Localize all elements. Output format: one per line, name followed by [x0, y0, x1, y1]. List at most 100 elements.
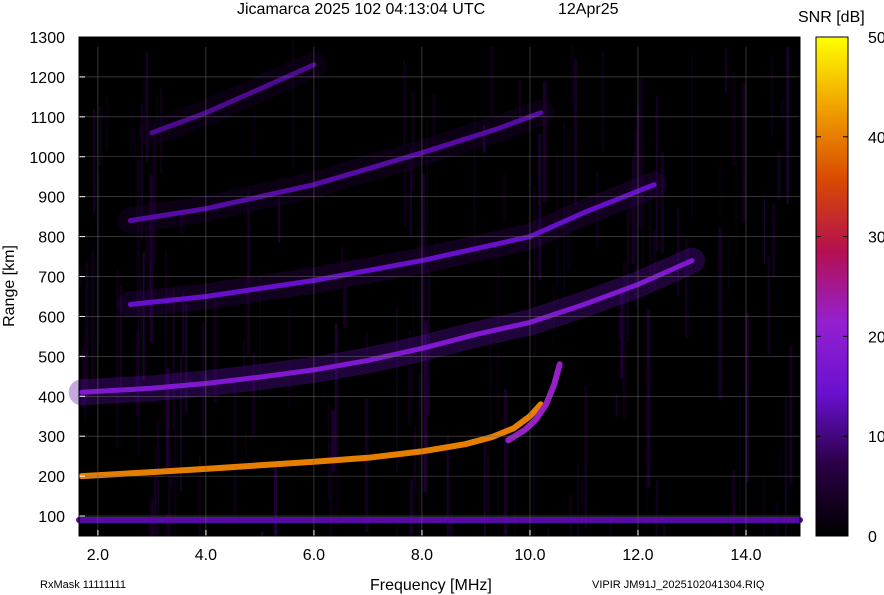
noise-streak	[781, 99, 784, 122]
noise-streak	[742, 82, 746, 222]
noise-streak	[786, 46, 789, 204]
noise-streak	[396, 522, 398, 536]
noise-streak	[784, 396, 787, 536]
noise-streak	[134, 128, 136, 157]
colorbar-tick-label: 50	[868, 30, 884, 47]
noise-streak	[324, 379, 326, 429]
x-tick-label: 12.0	[622, 547, 653, 564]
noise-streak	[287, 308, 291, 407]
noise-streak	[581, 479, 583, 507]
x-tick-label: 6.0	[303, 547, 325, 564]
noise-streak	[567, 129, 571, 270]
noise-streak	[490, 46, 494, 117]
noise-streak	[93, 109, 96, 213]
noise-streak	[410, 481, 414, 536]
y-tick-label: 600	[38, 309, 65, 326]
noise-streak	[725, 49, 727, 94]
noise-streak	[527, 259, 530, 307]
noise-streak	[739, 391, 741, 520]
y-tick-label: 900	[38, 190, 65, 207]
noise-streak	[677, 208, 680, 296]
noise-streak	[98, 172, 100, 347]
noise-streak	[789, 344, 793, 485]
noise-streak	[248, 222, 250, 284]
noise-streak	[577, 464, 579, 536]
noise-streak	[487, 456, 489, 523]
y-tick-label: 1000	[29, 150, 65, 167]
y-axis-label: Range [km]	[1, 245, 18, 327]
noise-streak	[155, 446, 157, 506]
y-tick-label: 800	[38, 230, 65, 247]
noise-streak	[538, 133, 542, 281]
y-tick-label: 300	[38, 429, 65, 446]
y-tick-label: 1100	[31, 110, 66, 127]
noise-streak	[497, 467, 500, 536]
file-label: VIPIR JM91J_2025102041304.RIQ	[592, 579, 765, 591]
colorbar-label: SNR [dB]	[798, 9, 865, 26]
noise-streak	[638, 78, 643, 228]
noise-streak	[615, 393, 618, 417]
noise-streak	[542, 81, 547, 203]
x-tick-label: 10.0	[514, 547, 545, 564]
noise-streak	[410, 365, 415, 398]
x-tick-label: 14.0	[730, 547, 761, 564]
rx-mask-label: RxMask 11111111	[40, 579, 126, 591]
noise-streak	[601, 51, 604, 151]
noise-streak	[547, 528, 550, 536]
chart-date: 12Apr25	[558, 1, 619, 18]
noise-streak	[735, 160, 738, 258]
noise-streak	[655, 479, 659, 536]
x-tick-label: 8.0	[411, 547, 433, 564]
y-tick-label: 400	[38, 389, 65, 406]
noise-streak	[763, 194, 765, 265]
noise-streak	[404, 168, 407, 227]
noise-streak	[631, 157, 635, 265]
x-axis-label: Frequency [MHz]	[370, 577, 492, 594]
noise-streak	[584, 386, 588, 529]
noise-streak	[143, 77, 146, 121]
colorbar-tick-label: 40	[868, 130, 884, 147]
noise-streak	[503, 173, 505, 222]
y-tick-label: 500	[38, 349, 65, 366]
noise-streak	[767, 255, 770, 355]
y-tick-label: 200	[38, 469, 65, 486]
noise-streak	[403, 60, 405, 147]
noise-streak	[732, 71, 736, 166]
noise-streak	[718, 227, 723, 400]
noise-streak	[145, 51, 149, 162]
y-tick-label: 1200	[29, 70, 65, 87]
x-tick-label: 2.0	[87, 547, 109, 564]
noise-streak	[170, 461, 174, 487]
noise-streak	[569, 494, 573, 536]
noise-streak	[574, 58, 577, 205]
noise-streak	[336, 365, 339, 525]
noise-streak	[130, 113, 132, 215]
noise-streak	[770, 54, 774, 137]
noise-streak	[645, 368, 648, 536]
y-tick-label: 1300	[29, 30, 65, 47]
noise-streak	[746, 313, 749, 483]
noise-streak	[105, 94, 108, 150]
noise-streak	[260, 531, 264, 536]
noise-streak	[570, 43, 574, 103]
noise-streak	[343, 286, 347, 329]
noise-streak	[418, 511, 420, 536]
noise-streak	[777, 151, 781, 200]
noise-streak	[253, 111, 256, 158]
noise-streak	[763, 477, 766, 536]
chart-title: Jicamarca 2025 102 04:13:04 UTC	[237, 1, 485, 18]
noise-streak	[395, 306, 398, 472]
x-tick-label: 4.0	[195, 547, 217, 564]
y-tick-label: 100	[38, 509, 65, 526]
y-tick-label: 700	[38, 270, 65, 287]
noise-streak	[364, 399, 369, 532]
noise-streak	[504, 389, 508, 536]
colorbar	[815, 36, 849, 537]
noise-streak	[772, 203, 776, 278]
noise-streak	[719, 160, 722, 220]
noise-streak	[99, 105, 102, 167]
noise-streak	[780, 449, 782, 481]
colorbar-tick-label: 30	[868, 230, 884, 247]
noise-streak	[660, 152, 664, 254]
colorbar-tick-label: 10	[868, 429, 884, 446]
